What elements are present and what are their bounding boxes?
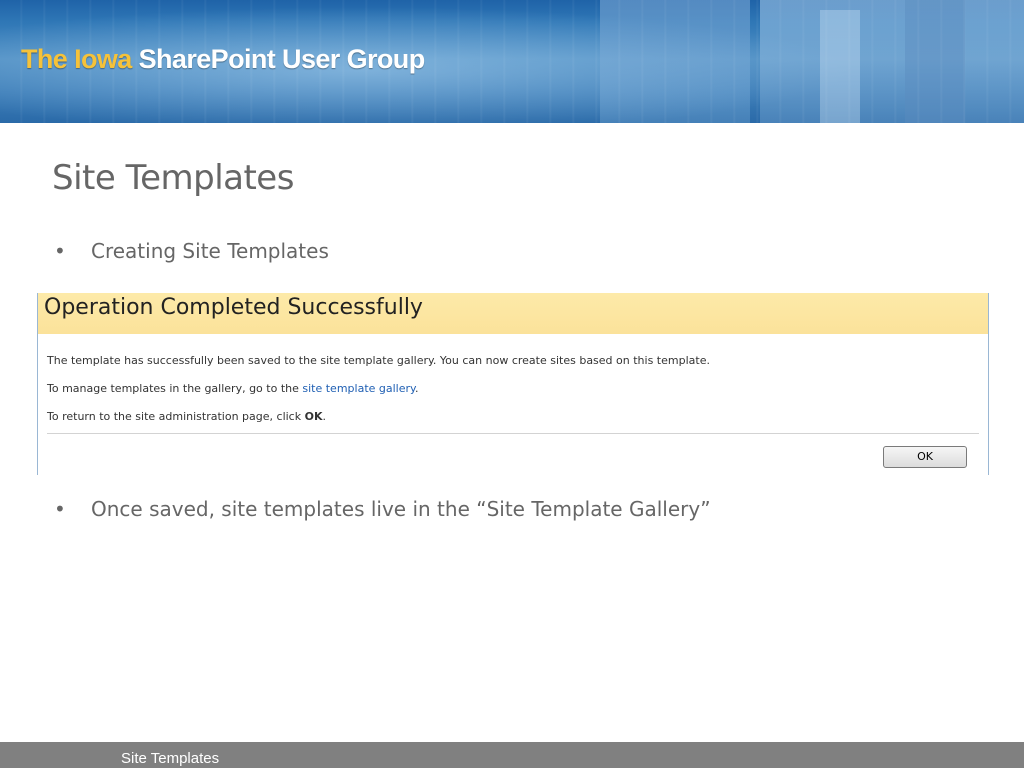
brand-logo-text: The Iowa SharePoint User Group [21,44,425,75]
brand-main-text: SharePoint User Group [138,44,426,74]
bullet-text: Once saved, site templates live in the “… [91,497,711,521]
dialog-message-line: The template has successfully been saved… [47,354,710,367]
dialog-text: To return to the site administration pag… [47,410,305,423]
bullet-dot: • [54,239,66,263]
bullet-text: Creating Site Templates [91,239,329,263]
dialog-text: . [414,382,419,395]
slide-title: Site Templates [52,158,294,198]
bullet-dot: • [54,497,66,521]
ok-button[interactable]: OK [883,446,967,468]
header-banner: The Iowa SharePoint User Group [0,0,1024,123]
dialog-divider [47,433,979,434]
site-template-gallery-link[interactable]: site template gallery [302,382,415,395]
dialog-message-line: To manage templates in the gallery, go t… [47,382,418,395]
footer-bar: Site Templates [0,742,1024,768]
dialog-bold-text: OK [304,410,323,423]
dialog-header: Operation Completed Successfully [38,293,988,334]
brand-accent-text: The Iowa [21,44,132,74]
dialog-heading: Operation Completed Successfully [44,295,423,320]
dialog-text: To manage templates in the gallery, go t… [47,382,303,395]
dialog-screenshot: Operation Completed Successfully The tem… [37,293,989,475]
dialog-text: . [322,410,326,423]
dialog-message-line: To return to the site administration pag… [47,410,326,423]
footer-text: Site Templates [121,750,220,767]
